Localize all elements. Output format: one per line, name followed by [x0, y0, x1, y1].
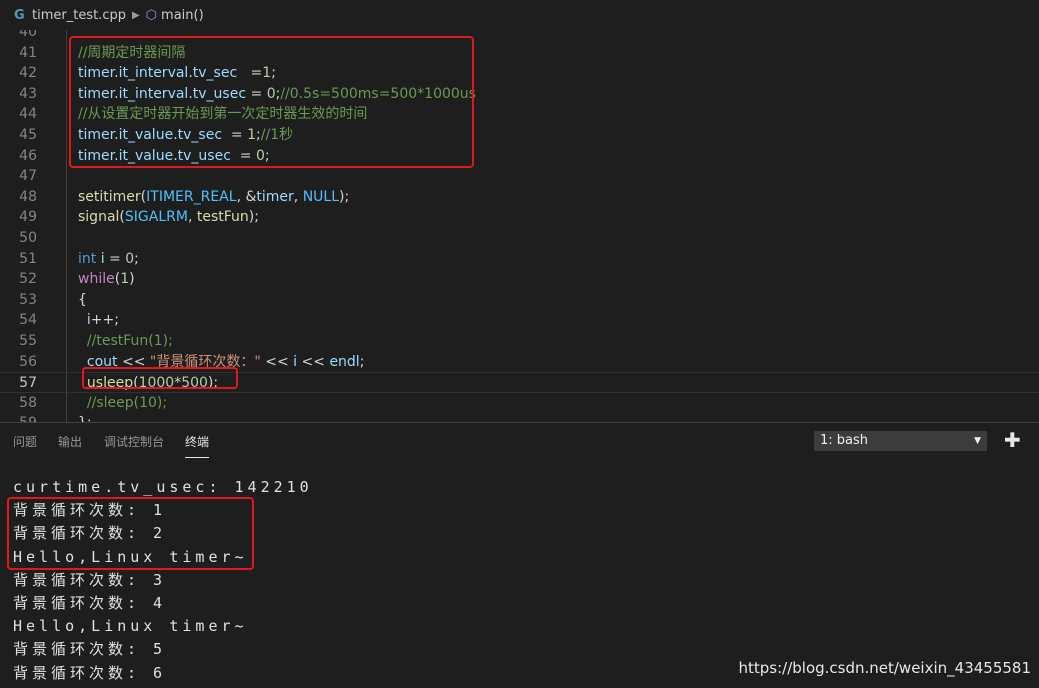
code-line[interactable]: 48 setitimer(ITIMER_REAL, &timer, NULL);	[0, 187, 1039, 208]
line-number: 44	[19, 106, 37, 123]
code-text: //testFun(1);	[78, 331, 173, 352]
line-number: 43	[19, 85, 37, 102]
line-number: 46	[19, 147, 37, 164]
line-number: 56	[19, 353, 37, 370]
tab-problems[interactable]: 问题	[13, 433, 37, 450]
code-line[interactable]: 58 //sleep(10);	[0, 393, 1039, 414]
code-token: ,	[293, 188, 303, 205]
code-token: {	[78, 291, 87, 308]
line-number: 40	[19, 30, 37, 40]
dropdown-arrow-icon: ▼	[974, 436, 981, 446]
code-token: //testFun(1);	[86, 333, 173, 349]
code-text: signal(SIGALRM, testFun);	[78, 207, 259, 228]
terminal-line: 背景循环次数: 5	[13, 640, 167, 659]
line-number: 47	[19, 168, 37, 185]
code-text: {	[78, 290, 87, 311]
code-text: while(1)	[78, 269, 135, 290]
chevron-right-icon: ▶	[131, 9, 140, 21]
panel-tabs: 问题 输出 调试控制台 终端	[0, 423, 700, 459]
line-number: 52	[19, 271, 37, 288]
tab-debug-console[interactable]: 调试控制台	[104, 433, 164, 450]
line-number: 41	[19, 44, 37, 61]
terminal-line: 背景循环次数: 6	[13, 663, 167, 682]
code-token: signal	[78, 209, 120, 226]
breadcrumb-file[interactable]: timer_test.cpp	[32, 8, 126, 23]
terminal-line: 背景循环次数: 3	[13, 570, 167, 589]
line-number: 45	[19, 127, 37, 143]
breadcrumb-symbol[interactable]: main()	[161, 8, 204, 23]
code-line[interactable]: 47	[0, 166, 1039, 187]
code-token: int	[78, 250, 97, 267]
code-line[interactable]: 50	[0, 228, 1039, 249]
cpp-file-icon: G	[14, 7, 25, 23]
watermark: https://blog.csdn.net/weixin_43455581	[738, 659, 1031, 677]
code-token: =	[104, 250, 126, 267]
code-token: ,	[187, 209, 197, 226]
line-number: 50	[19, 230, 37, 246]
code-token: ;	[134, 250, 139, 267]
code-line[interactable]: 55 //testFun(1);	[0, 331, 1039, 352]
code-token: 1	[120, 271, 130, 288]
code-line[interactable]: 49 signal(SIGALRM, testFun);	[0, 207, 1039, 228]
terminal-select[interactable]: 1: bash ▼	[814, 431, 987, 451]
code-token: setitimer	[78, 188, 141, 205]
code-text: //sleep(10);	[78, 393, 167, 414]
breadcrumb: G timer_test.cpp ▶ ⬡ main()	[0, 0, 1039, 30]
code-token: );	[339, 188, 350, 205]
code-token: )	[129, 271, 135, 288]
code-text: int i = 0;	[78, 249, 139, 270]
line-number: 53	[19, 291, 37, 308]
terminal-select-value: 1: bash	[820, 433, 869, 448]
code-text: setitimer(ITIMER_REAL, &timer, NULL);	[78, 187, 349, 208]
line-number: 55	[19, 333, 37, 349]
plus-icon[interactable]: ✚	[1004, 429, 1021, 451]
code-line[interactable]: 54 i++;	[0, 310, 1039, 331]
code-token: SIGALRM	[124, 209, 188, 226]
code-token: };	[78, 415, 92, 422]
highlight-box-timer-settings	[69, 36, 474, 168]
line-number: 57	[19, 375, 37, 392]
code-token: timer	[256, 188, 294, 205]
line-number: 58	[19, 394, 37, 411]
code-token: <<	[297, 353, 330, 370]
code-text: i++;	[78, 310, 119, 331]
terminal-line: curtime.tv_usec: 142210	[13, 478, 313, 496]
line-number: 51	[19, 250, 37, 267]
line-number: 48	[19, 188, 37, 205]
code-token: ++;	[90, 312, 119, 329]
code-token: 0	[125, 250, 135, 267]
code-line[interactable]: 51 int i = 0;	[0, 249, 1039, 270]
code-token: ITIMER_REAL	[146, 188, 237, 205]
code-token: while	[78, 271, 115, 288]
code-token: );	[248, 209, 259, 226]
code-token: //sleep(10);	[86, 394, 168, 411]
terminal-line: Hello,Linux timer~	[13, 617, 248, 636]
line-number: 42	[19, 65, 37, 82]
code-token: testFun	[196, 209, 249, 226]
tab-output[interactable]: 输出	[58, 433, 82, 450]
code-token: endl	[329, 353, 360, 370]
line-number: 59	[0, 413, 37, 422]
highlight-box-terminal-output	[7, 497, 254, 570]
line-number: 49	[19, 209, 37, 226]
highlight-box-usleep	[82, 367, 238, 389]
method-cube-icon: ⬡	[145, 7, 158, 23]
code-text: };	[78, 413, 92, 422]
code-token: NULL	[302, 188, 340, 205]
tab-terminal[interactable]: 终端	[185, 433, 210, 458]
terminal-line: 背景循环次数: 4	[13, 593, 167, 612]
line-number: 54	[19, 312, 37, 329]
code-line[interactable]: 59};	[0, 413, 1039, 422]
code-line[interactable]: 52 while(1)	[0, 269, 1039, 290]
code-token: <<	[260, 353, 294, 370]
code-token: , &	[236, 188, 257, 205]
code-token: ;	[359, 353, 365, 370]
code-line[interactable]: 53 {	[0, 290, 1039, 311]
